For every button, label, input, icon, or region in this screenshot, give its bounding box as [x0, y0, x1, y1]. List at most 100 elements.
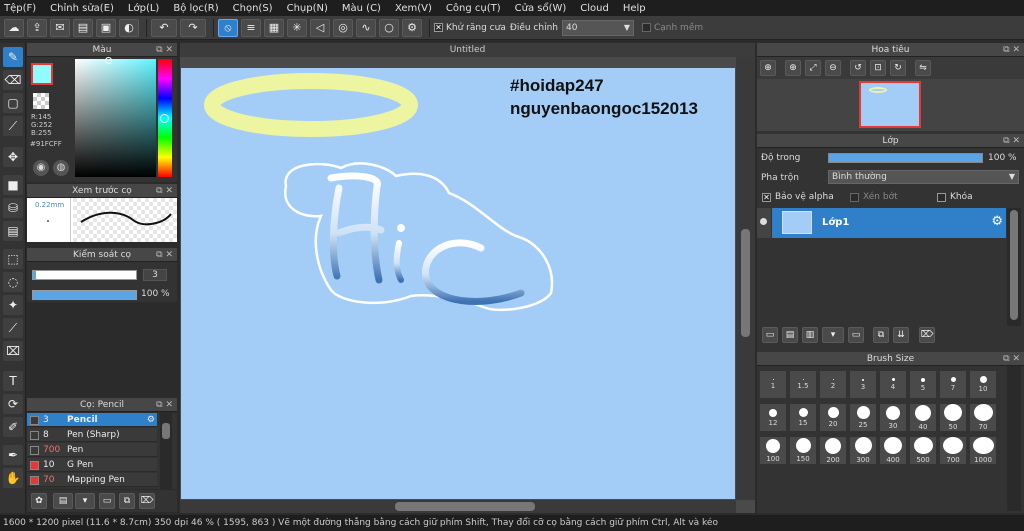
- menu-tools[interactable]: Công cụ(T): [446, 3, 501, 14]
- brush-copy-icon[interactable]: ⧉: [119, 493, 135, 509]
- document-icon[interactable]: ▤: [73, 18, 93, 37]
- lasso-pen-tool-icon[interactable]: ⟋: [3, 116, 23, 136]
- text-tool-icon[interactable]: T: [3, 371, 23, 391]
- clipboard-icon[interactable]: ▣: [96, 18, 116, 37]
- brush-size-cell[interactable]: 5: [909, 370, 937, 399]
- menu-help[interactable]: Help: [623, 3, 646, 14]
- brush-size-cell[interactable]: 300: [849, 436, 877, 465]
- brush-size-cell[interactable]: 30: [879, 403, 907, 432]
- brush-item-pen-sharp[interactable]: 8 Pen (Sharp): [27, 428, 157, 442]
- menu-layer[interactable]: Lớp(L): [128, 3, 159, 14]
- brush-size-cell[interactable]: 100: [759, 436, 787, 465]
- gear-icon[interactable]: ⚙: [991, 214, 1003, 229]
- comment-icon[interactable]: ✉: [50, 18, 70, 37]
- brush-item-pencil[interactable]: 3 Pencil ⚙: [27, 413, 157, 427]
- color-mixer-icon[interactable]: ◍: [53, 160, 69, 176]
- rectangle-fill-tool-icon[interactable]: ■: [3, 175, 23, 195]
- brush-add-icon[interactable]: ✿: [31, 493, 47, 509]
- blend-mode-select[interactable]: Bình thường ▼: [828, 170, 1019, 184]
- flip-icon[interactable]: ⇋: [915, 60, 931, 76]
- lock-checkbox[interactable]: [937, 193, 946, 202]
- export-icon[interactable]: ⇪: [27, 18, 47, 37]
- brush-list-scrollbar[interactable]: [160, 413, 172, 489]
- brush-size-cell[interactable]: 12: [759, 403, 787, 432]
- new-8bit-layer-icon[interactable]: ▥: [802, 327, 818, 343]
- brush-size-cell[interactable]: 20: [819, 403, 847, 432]
- brush-size-cell[interactable]: 10: [969, 370, 997, 399]
- gradient-tool-icon[interactable]: ▤: [3, 221, 23, 241]
- brush-size-cell[interactable]: 70: [969, 403, 997, 432]
- saturation-value-picker[interactable]: [75, 57, 156, 177]
- snap-vanish-icon[interactable]: ◁: [310, 18, 330, 37]
- trash-icon[interactable]: ⌦: [919, 327, 935, 343]
- select-pen-icon[interactable]: ⟋: [3, 318, 23, 338]
- correction-select[interactable]: 40 ▼: [561, 19, 634, 36]
- brush-size-cell[interactable]: 4: [879, 370, 907, 399]
- fit-window-icon[interactable]: ⤢: [805, 60, 821, 76]
- redo-button[interactable]: ↷: [180, 18, 206, 37]
- zoom-in-icon[interactable]: ⊕: [785, 60, 801, 76]
- menu-file[interactable]: Tệp(F): [4, 3, 36, 14]
- select-eraser-icon[interactable]: ⌧: [3, 341, 23, 361]
- brush-size-cell[interactable]: 500: [909, 436, 937, 465]
- navigator-preview[interactable]: [757, 79, 1024, 131]
- canvas-tab[interactable]: Untitled: [180, 43, 755, 57]
- snap-settings-icon[interactable]: ⚙: [402, 18, 422, 37]
- layer-opacity-slider[interactable]: [828, 153, 983, 163]
- layer-list-scrollbar[interactable]: [1007, 208, 1021, 326]
- palette-icon[interactable]: ◉: [33, 160, 49, 176]
- hue-slider-handle[interactable]: [160, 114, 169, 123]
- brush-size-input[interactable]: 3: [143, 269, 167, 281]
- snap-parallel-icon[interactable]: ≡: [241, 18, 261, 37]
- select-rect-icon[interactable]: ⬚: [3, 249, 23, 269]
- magic-wand-icon[interactable]: ✦: [3, 295, 23, 315]
- hand-tool-icon[interactable]: ✋: [3, 468, 23, 488]
- cloud-icon[interactable]: ☁: [4, 18, 24, 37]
- layer-add-menu-icon[interactable]: ▾: [822, 327, 844, 343]
- brush-size-cell[interactable]: 1.5: [789, 370, 817, 399]
- zoom-out-icon[interactable]: ⊖: [825, 60, 841, 76]
- dark-mode-icon[interactable]: ◐: [119, 18, 139, 37]
- blur-tool-icon[interactable]: ✐: [3, 417, 23, 437]
- canvas-vertical-scrollbar[interactable]: [736, 57, 755, 500]
- panel-close-icon[interactable]: ⧉ ✕: [1003, 43, 1020, 57]
- brush-menu-icon[interactable]: ▾: [75, 493, 95, 509]
- snap-grid-icon[interactable]: ▦: [264, 18, 284, 37]
- gear-icon[interactable]: ⚙: [147, 413, 155, 427]
- snap-ellipse-icon[interactable]: ○: [379, 18, 399, 37]
- brush-size-cell[interactable]: 50: [939, 403, 967, 432]
- transparent-color-icon[interactable]: [33, 93, 49, 109]
- brush-item-g-pen[interactable]: 10 G Pen: [27, 458, 157, 472]
- foreground-color-swatch[interactable]: [31, 63, 53, 85]
- scrollbar-thumb[interactable]: [1010, 210, 1018, 320]
- pen-tool-icon[interactable]: ✎: [3, 47, 23, 67]
- brush-size-slider[interactable]: [32, 270, 137, 280]
- brush-size-scrollbar[interactable]: [1007, 366, 1021, 511]
- brush-delete-icon[interactable]: ⌦: [139, 493, 155, 509]
- brush-opacity-slider[interactable]: [32, 290, 137, 300]
- menu-capture[interactable]: Chụp(N): [287, 3, 328, 14]
- reset-view-icon[interactable]: ⊡: [870, 60, 886, 76]
- brush-size-cell[interactable]: 400: [879, 436, 907, 465]
- brush-size-cell[interactable]: 7: [939, 370, 967, 399]
- panel-close-icon[interactable]: ⧉ ✕: [156, 43, 173, 57]
- soft-edge-checkbox[interactable]: [641, 23, 651, 32]
- move-tool-icon[interactable]: ✥: [3, 147, 23, 167]
- layer-visibility-toggle[interactable]: [757, 208, 771, 238]
- menu-cloud[interactable]: Cloud: [580, 3, 609, 14]
- bucket-tool-icon[interactable]: ⛁: [3, 198, 23, 218]
- brush-folder-icon[interactable]: ▭: [99, 493, 115, 509]
- brush-size-cell[interactable]: 1: [759, 370, 787, 399]
- eyedropper-tool-icon[interactable]: ✒: [3, 445, 23, 465]
- menu-select[interactable]: Chọn(S): [233, 3, 273, 14]
- layer-folder-icon[interactable]: ▭: [848, 327, 864, 343]
- rect-select-tool-icon[interactable]: ▢: [3, 93, 23, 113]
- brush-size-cell[interactable]: 1000: [969, 436, 997, 465]
- divide-tool-icon[interactable]: ⟳: [3, 394, 23, 414]
- protect-alpha-checkbox[interactable]: ✕: [762, 193, 771, 202]
- brush-size-cell[interactable]: 25: [849, 403, 877, 432]
- brush-size-cell[interactable]: 3: [849, 370, 877, 399]
- color-picker-cursor[interactable]: [105, 57, 112, 64]
- scrollbar-thumb[interactable]: [395, 502, 535, 511]
- drawing-canvas[interactable]: #hoidap247 nguyenbaongoc152013: [181, 68, 735, 499]
